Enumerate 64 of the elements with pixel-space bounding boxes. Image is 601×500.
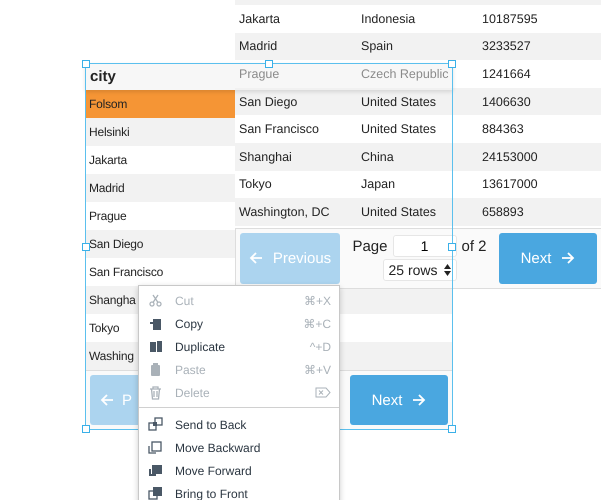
resize-handle[interactable] xyxy=(82,60,90,68)
country-cell-text: Japan xyxy=(360,177,396,192)
resize-handle[interactable] xyxy=(82,425,90,433)
clipboard-icon xyxy=(148,362,163,377)
country-cell-text: China xyxy=(360,150,395,164)
page-count: of 2 xyxy=(462,238,487,255)
sort-caret-icon xyxy=(444,264,451,276)
city-cell[interactable]: Helsinki xyxy=(85,118,235,146)
menu-item[interactable]: Copy ⌘+C xyxy=(139,312,339,335)
move-backward-icon xyxy=(148,440,163,455)
resize-handle[interactable] xyxy=(448,425,456,433)
population-cell-text: 658893 xyxy=(481,204,525,219)
header-label: city xyxy=(89,68,116,85)
population-cell-text: 884363 xyxy=(481,122,525,136)
scissors-icon xyxy=(148,293,163,308)
resize-handle[interactable] xyxy=(82,242,90,250)
move-forward-icon xyxy=(148,463,163,478)
shortcut-label: ⌘+V xyxy=(304,362,331,376)
country-cell-text: Spain xyxy=(360,39,394,54)
population-cell-text: 24153000 xyxy=(481,150,539,164)
arrow-left-icon xyxy=(248,251,263,266)
city-cell-text: Shanghai xyxy=(238,150,293,164)
clipboard-copy-icon xyxy=(148,316,163,331)
city-cell-text: San Diego xyxy=(238,94,298,109)
country-cell-text: Czech Republic xyxy=(360,66,450,81)
menu-item[interactable]: Bring to Front xyxy=(139,482,339,500)
duplicate-icon xyxy=(148,339,163,354)
page-input[interactable]: 1 xyxy=(392,235,456,258)
country-cell-text: United States xyxy=(360,122,438,136)
page-label: Page xyxy=(352,238,388,255)
send-to-back-icon xyxy=(148,417,163,432)
country-cell-text: Indonesia xyxy=(360,12,416,26)
country-cell-text: United States xyxy=(360,94,438,109)
city-cell[interactable]: Madrid xyxy=(85,174,235,202)
menu-item[interactable]: Move Backward xyxy=(139,436,339,459)
city-cell-text: Madrid xyxy=(238,39,278,54)
city-cell-text: San Francisco xyxy=(238,122,320,136)
population-cell-text: 10187595 xyxy=(481,12,539,26)
arrow-left-icon xyxy=(100,393,114,407)
menu-item[interactable]: Duplicate ^+D xyxy=(139,335,339,358)
city-cell-text: Prague xyxy=(238,66,280,81)
city-cell-text: Tokyo xyxy=(238,177,273,192)
delete-key-icon xyxy=(315,387,331,398)
population-cell-text: 3233527 xyxy=(481,39,532,54)
menu-item[interactable]: Move Forward xyxy=(139,459,339,482)
resize-handle[interactable] xyxy=(448,60,456,68)
shortcut-label: ⌘+C xyxy=(303,316,331,330)
population-cell-text: 13617000 xyxy=(481,177,539,192)
arrow-right-icon xyxy=(412,393,426,407)
city-cell[interactable]: San Diego xyxy=(85,230,235,258)
city-cell[interactable]: Folsom xyxy=(85,90,235,118)
menu-item[interactable]: Send to Back xyxy=(139,413,339,436)
resize-handle[interactable] xyxy=(265,60,273,68)
country-cell-text: United States xyxy=(360,204,438,219)
trash-icon xyxy=(148,385,163,400)
shortcut-label: ^+D xyxy=(310,340,331,354)
city-cell-text: Jakarta xyxy=(238,12,281,26)
city-cell-text: Washington, DC xyxy=(238,204,331,219)
rows-select[interactable]: 25 rows xyxy=(382,259,456,282)
population-cell-text: 1241664 xyxy=(481,66,532,81)
shortcut-label: ⌘+X xyxy=(304,294,331,308)
arrow-right-icon xyxy=(561,251,576,266)
population-cell-text: 1406630 xyxy=(481,94,532,109)
bring-to-front-icon xyxy=(148,486,163,500)
